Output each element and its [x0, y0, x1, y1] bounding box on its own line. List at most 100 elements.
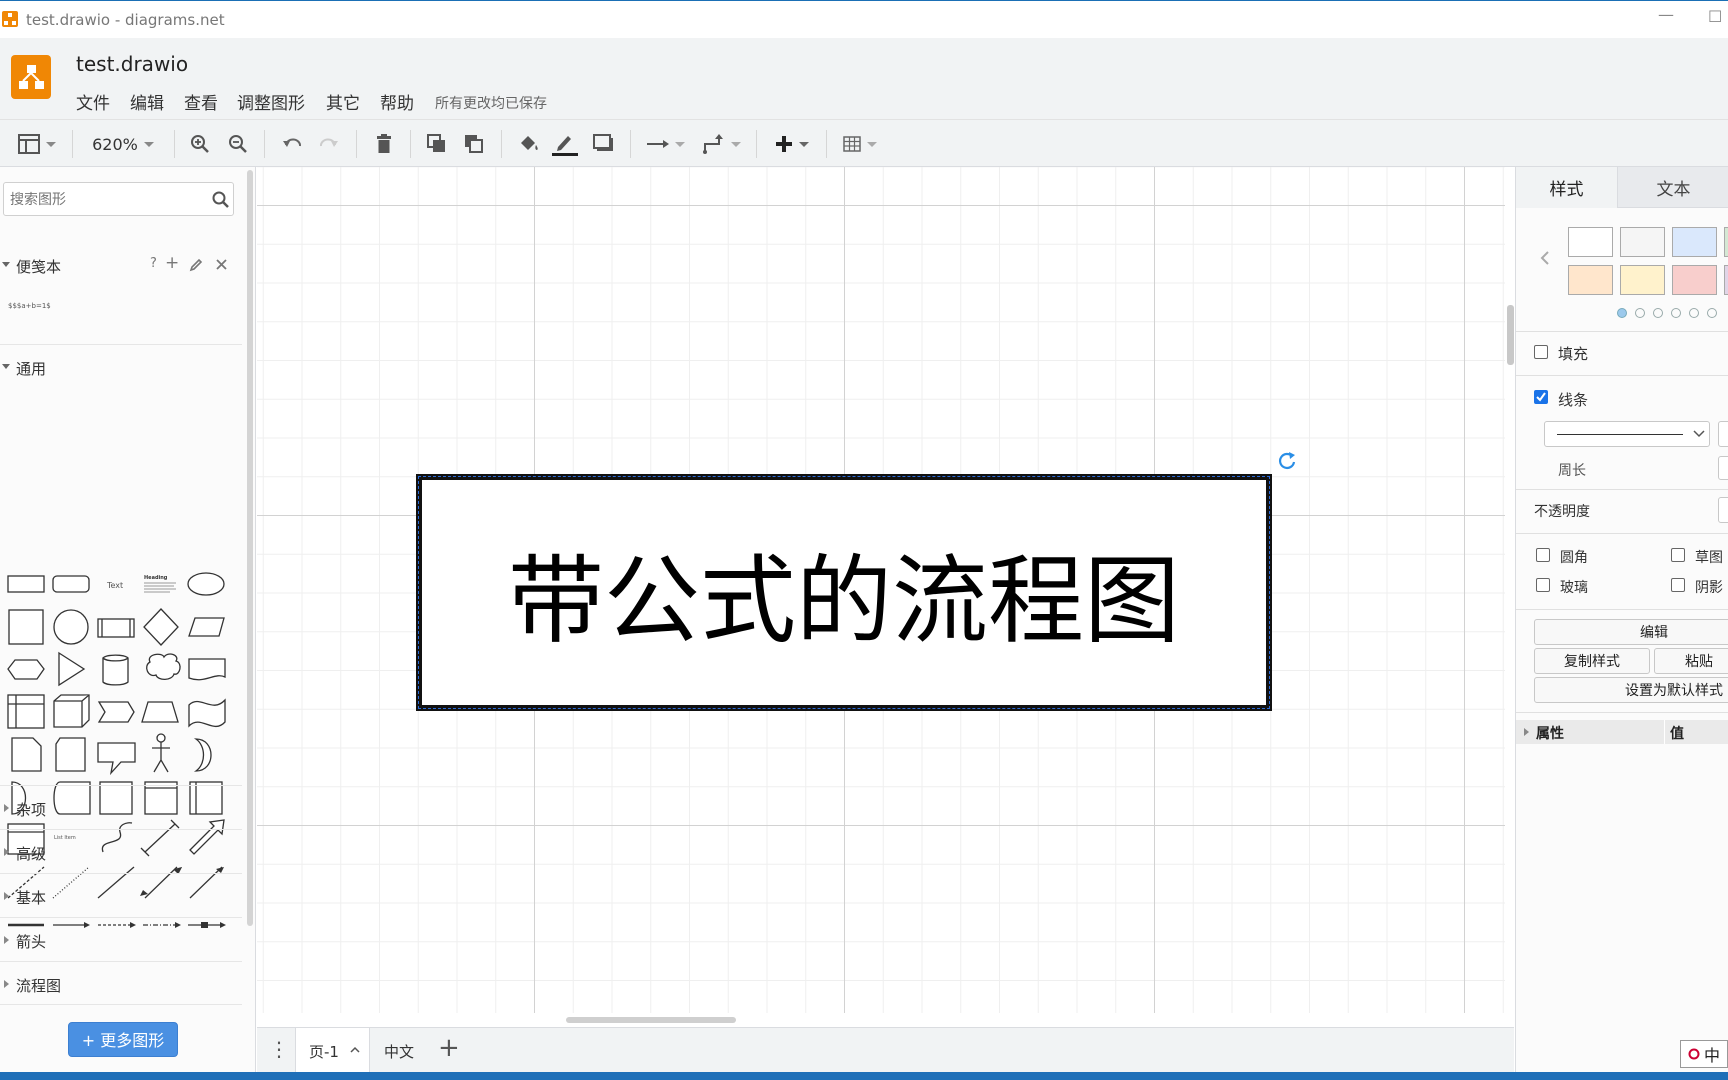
canvas-vertical-scrollbar[interactable]	[1507, 305, 1514, 365]
set-default-style-button[interactable]: 设置为默认样式	[1534, 677, 1728, 703]
ime-indicator[interactable]: 中	[1680, 1040, 1728, 1068]
style-swatch-2[interactable]	[1620, 227, 1665, 257]
fill-checkbox[interactable]	[1534, 345, 1548, 359]
document-title[interactable]: test.drawio	[76, 52, 188, 76]
to-front-button[interactable]	[425, 132, 449, 156]
card-shape	[55, 737, 86, 772]
to-back-button[interactable]	[462, 132, 486, 156]
scratchpad-header[interactable]: 便笺本 ? +	[0, 243, 242, 287]
minimize-button[interactable]: —	[1658, 5, 1674, 24]
edit-icon[interactable]	[189, 258, 203, 272]
style-swatch-3[interactable]	[1672, 227, 1717, 257]
flowchart-label: 流程图	[16, 977, 62, 995]
edit-style-button[interactable]: 编辑	[1534, 619, 1728, 645]
value-header: 值	[1670, 726, 1684, 742]
menu-view[interactable]: 查看	[184, 89, 218, 114]
swatch-page-dot-5[interactable]	[1689, 308, 1699, 318]
basic-header[interactable]: 基本	[0, 873, 242, 917]
internal-storage-shape	[7, 694, 45, 729]
delete-button[interactable]	[372, 132, 396, 156]
menu-edit[interactable]: 编辑	[130, 89, 164, 114]
style-swatch-8[interactable]	[1724, 265, 1728, 295]
diagram-canvas[interactable]: 带公式的流程图	[257, 167, 1505, 1013]
advanced-header[interactable]: 高级	[0, 829, 242, 873]
zoom-in-button[interactable]	[188, 132, 212, 156]
zoom-value: 620%	[92, 134, 138, 154]
window-title-bar: test.drawio - diagrams.net — ☐	[0, 0, 1728, 38]
canvas-horizontal-scrollbar[interactable]	[566, 1017, 736, 1023]
scratchpad-label: 便笺本	[16, 258, 62, 276]
zoom-select[interactable]: 620%	[88, 132, 158, 156]
add-page-button[interactable]: +	[438, 1033, 460, 1063]
style-swatch-1[interactable]	[1568, 227, 1613, 257]
chevron-left-icon[interactable]	[1540, 251, 1550, 265]
copy-style-button[interactable]: 复制样式	[1534, 648, 1650, 674]
connection-style-button[interactable]	[646, 132, 686, 156]
scratchpad-add-button[interactable]: +	[165, 253, 179, 273]
pages-menu-button[interactable]: ⋮	[269, 1037, 289, 1061]
process-shape	[97, 618, 135, 638]
expand-icon	[4, 848, 9, 856]
chevron-down-icon	[1693, 430, 1705, 438]
table-button[interactable]	[840, 132, 880, 156]
paste-style-button[interactable]: 粘贴	[1654, 648, 1728, 674]
perimeter-input[interactable]	[1718, 456, 1728, 480]
insert-button[interactable]	[772, 132, 812, 156]
style-swatch-6[interactable]	[1620, 265, 1665, 295]
line-color-button[interactable]	[552, 132, 578, 156]
rounded-checkbox[interactable]	[1536, 548, 1550, 562]
redo-button[interactable]	[317, 132, 341, 156]
menu-arrange[interactable]: 调整图形	[237, 89, 305, 114]
scratchpad-item[interactable]: $$$a+b=1$	[8, 302, 51, 310]
flowchart-header[interactable]: 流程图	[0, 961, 242, 1005]
page-tab-2[interactable]: 中文	[384, 1041, 414, 1062]
general-header[interactable]: 通用	[0, 344, 242, 388]
swatch-page-dot-3[interactable]	[1653, 308, 1663, 318]
selected-shape[interactable]: 带公式的流程图	[416, 474, 1272, 711]
style-swatch-7[interactable]	[1672, 265, 1717, 295]
tab-style[interactable]: 样式	[1516, 167, 1617, 208]
left-panel-scrollbar[interactable]	[247, 170, 253, 926]
view-panels-button[interactable]	[16, 132, 58, 156]
shape-search-input[interactable]	[10, 190, 200, 210]
style-swatch-5[interactable]	[1568, 265, 1613, 295]
save-status[interactable]: 所有更改均已保存	[435, 93, 547, 113]
swatch-page-dot-1[interactable]	[1617, 308, 1627, 318]
more-shapes-button[interactable]: + 更多图形	[68, 1022, 178, 1057]
text-shape: Text	[106, 581, 123, 590]
opacity-input[interactable]	[1718, 497, 1728, 523]
swatch-page-dot-4[interactable]	[1671, 308, 1681, 318]
line-pattern-select[interactable]	[1544, 421, 1710, 447]
shadow-button[interactable]	[592, 132, 616, 156]
menu-file[interactable]: 文件	[76, 89, 110, 114]
rounded-label: 圆角	[1560, 550, 1588, 566]
glass-checkbox[interactable]	[1536, 578, 1550, 592]
scratchpad-help-button[interactable]: ?	[150, 256, 157, 271]
menu-extras[interactable]: 其它	[326, 89, 360, 114]
toolbar: 620%	[0, 119, 1728, 167]
property-table-header: 属性 值	[1516, 720, 1728, 744]
zoom-out-button[interactable]	[226, 132, 250, 156]
undo-button[interactable]	[280, 132, 304, 156]
search-icon[interactable]	[212, 191, 229, 208]
page-tab-1[interactable]: 页-1	[295, 1028, 370, 1073]
misc-header[interactable]: 杂项	[0, 785, 242, 829]
sketch-checkbox[interactable]	[1671, 548, 1685, 562]
rotate-handle-icon[interactable]	[1276, 450, 1298, 472]
arrows-header[interactable]: 箭头	[0, 917, 242, 961]
maximize-button[interactable]: ☐	[1708, 7, 1722, 26]
swatch-page-dot-2[interactable]	[1635, 308, 1645, 318]
swatch-page-dot-6[interactable]	[1707, 308, 1717, 318]
menu-help[interactable]: 帮助	[380, 89, 414, 114]
expand-icon[interactable]	[1524, 728, 1529, 736]
close-icon[interactable]	[215, 258, 228, 271]
waypoints-button[interactable]	[702, 132, 742, 156]
shadow-label: 阴影	[1695, 580, 1723, 596]
style-swatch-4[interactable]	[1724, 227, 1728, 257]
fill-color-button[interactable]	[517, 132, 541, 156]
line-checkbox[interactable]	[1534, 390, 1548, 404]
cloud-shape	[146, 653, 181, 681]
tab-text[interactable]: 文本	[1617, 167, 1728, 208]
shadow-checkbox[interactable]	[1671, 578, 1685, 592]
line-width-input[interactable]	[1718, 421, 1728, 447]
